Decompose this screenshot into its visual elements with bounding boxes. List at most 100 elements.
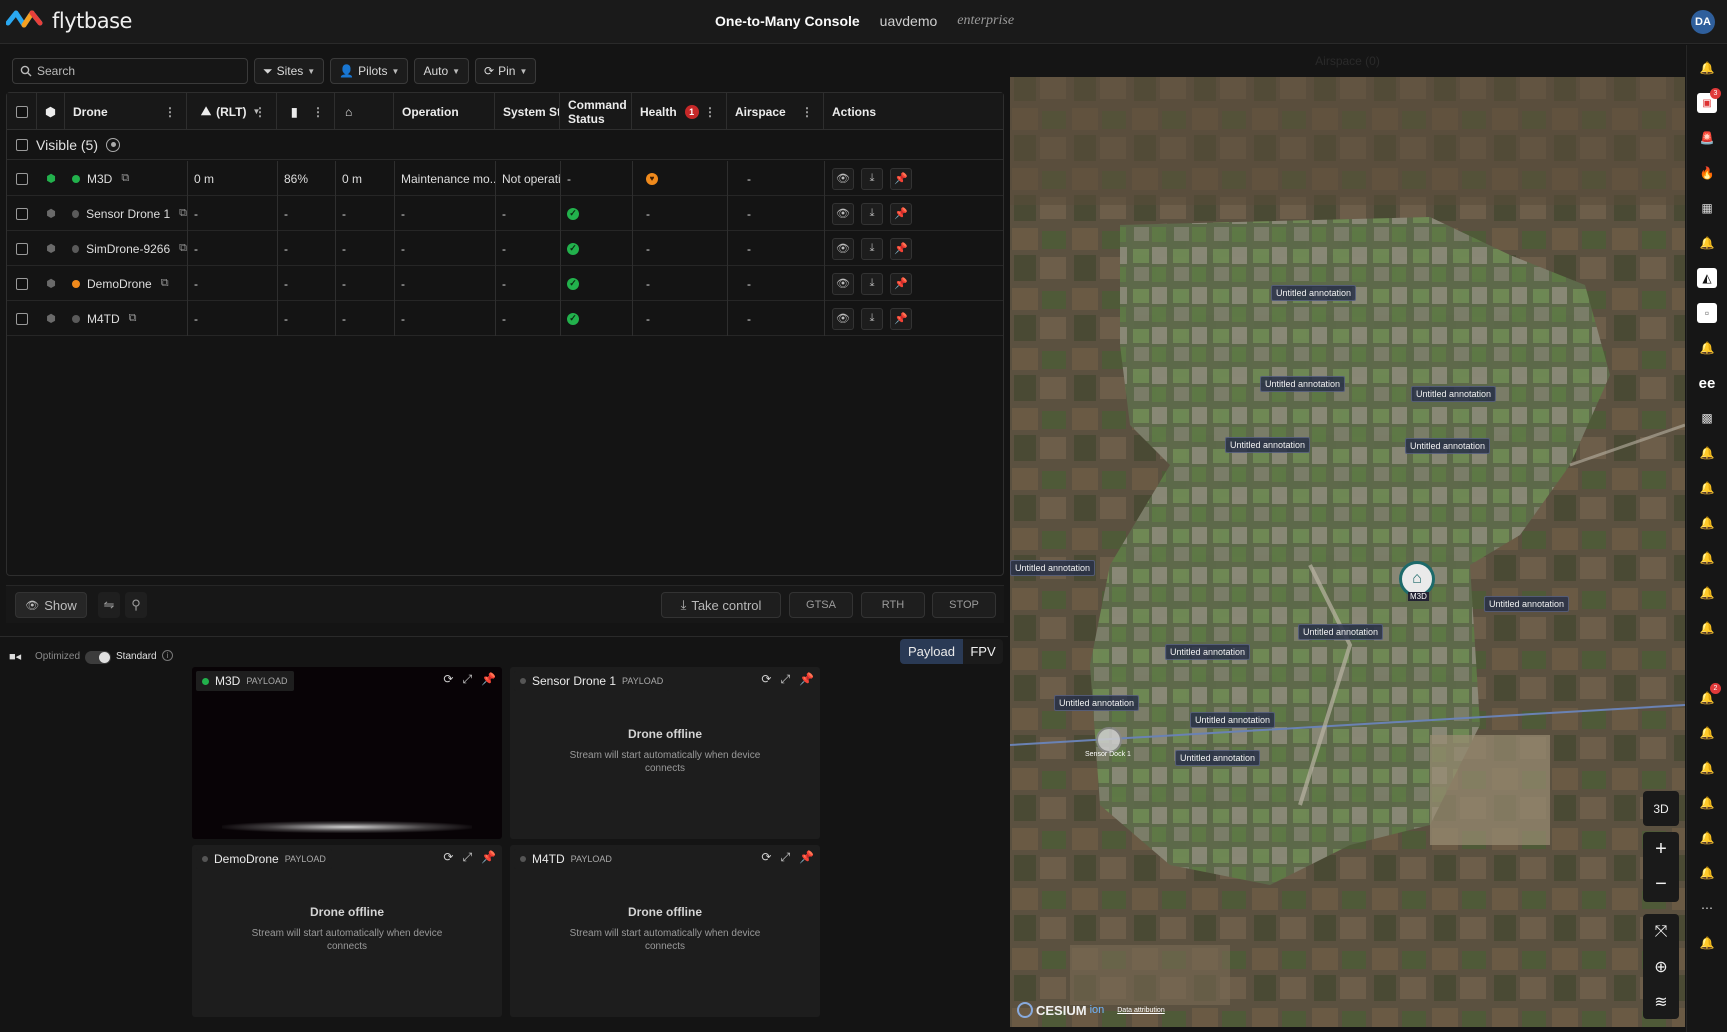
bell-icon[interactable]: 🔔 — [1697, 583, 1717, 603]
download-icon[interactable]: ⤓ — [861, 237, 883, 260]
layers-icon[interactable]: ≋ — [1643, 984, 1679, 1019]
download-icon[interactable]: ⤓ — [861, 167, 883, 190]
pin-icon[interactable]: 📌 — [481, 672, 496, 687]
show-button[interactable]: 👁 Show — [15, 592, 87, 618]
pin-icon[interactable]: 📌 — [481, 850, 496, 865]
column-menu-icon[interactable]: ⋮ — [254, 105, 266, 119]
map-annotation[interactable]: Untitled annotation — [1405, 438, 1491, 454]
map-annotation[interactable]: Untitled annotation — [1175, 750, 1261, 766]
view-icon[interactable]: 👁 — [832, 307, 854, 330]
map-annotation[interactable]: Untitled annotation — [1260, 376, 1346, 392]
bell-icon[interactable]: 🔔 — [1697, 863, 1717, 883]
refresh-icon[interactable]: ⟳ — [761, 850, 771, 865]
bell-icon[interactable]: 🔔 — [1697, 618, 1717, 638]
external-link-icon[interactable]: ⧉ — [179, 207, 187, 220]
view-icon[interactable]: 👁 — [832, 237, 854, 260]
external-link-icon[interactable]: ⧉ — [161, 277, 169, 290]
drone-name[interactable]: Sensor Drone 1 — [86, 207, 170, 221]
bell-icon[interactable]: 🔔 — [1697, 793, 1717, 813]
map-annotation[interactable]: Untitled annotation — [1165, 644, 1251, 660]
external-link-icon[interactable]: ⧉ — [129, 312, 137, 325]
table-row[interactable]: ⬢ Sensor Drone 1 ⧉ - - - - - ✓ - - 👁 ⤓ 📌 — [7, 196, 1003, 231]
table-row[interactable]: ⬢ DemoDrone ⧉ - - - - - ✓ - - 👁 ⤓ 📌 — [7, 266, 1003, 301]
row-checkbox[interactable] — [16, 207, 28, 220]
view-icon[interactable]: 👁 — [832, 167, 854, 190]
airspace-strip[interactable]: Airspace (0) — [1010, 45, 1685, 77]
zoom-out-button[interactable]: − — [1643, 867, 1679, 902]
alert-app-icon[interactable]: ▣ 3 — [1697, 88, 1721, 113]
battery-column-header[interactable]: ▮ ⋮ — [277, 93, 335, 130]
altitude-column-header[interactable]: ⛰ (RLT) ▼ ⋮ — [187, 93, 277, 130]
scanner-app-icon[interactable]: ▦ — [1697, 198, 1717, 218]
cesium-logo[interactable]: CESIUM ion Data attribution — [1017, 1002, 1165, 1018]
view-icon[interactable]: 👁 — [832, 202, 854, 225]
video-card-demodrone[interactable]: DemoDrone PAYLOAD ⟳ ⤢ 📌 Drone offline Strea… — [192, 845, 502, 1017]
bell-icon[interactable]: 🔔 — [1697, 758, 1717, 778]
map-annotation[interactable]: Untitled annotation — [1190, 712, 1276, 728]
command-status-column-header[interactable]: Command Status — [560, 93, 632, 130]
expand-icon[interactable]: ⤢ — [462, 672, 472, 687]
gtsa-button[interactable]: GTSA — [789, 592, 853, 618]
row-checkbox[interactable] — [16, 242, 28, 255]
health-column-header[interactable]: Health 1 ⋮ — [632, 93, 727, 130]
dock-marker-sensor-dock-1[interactable] — [1096, 727, 1122, 753]
user-avatar[interactable]: DA — [1691, 10, 1715, 34]
row-checkbox[interactable] — [16, 277, 28, 290]
column-menu-icon[interactable]: ⋮ — [164, 105, 176, 119]
expand-icon[interactable]: ⤢ — [780, 672, 790, 687]
group-checkbox[interactable] — [16, 138, 28, 151]
health-warning-icon[interactable]: ♥ — [646, 172, 658, 185]
map-annotation[interactable]: Untitled annotation — [1271, 285, 1357, 301]
bell-icon[interactable]: 🔔 — [1697, 723, 1717, 743]
map-annotation[interactable]: Untitled annotation — [1298, 624, 1384, 640]
pilots-filter[interactable]: 👤 Pilots ▼ — [330, 58, 409, 84]
refresh-icon[interactable]: ⟳ — [443, 672, 453, 687]
pin-filter[interactable]: ⟳ Pin ▼ — [475, 58, 537, 84]
map-annotation[interactable]: Untitled annotation — [1225, 437, 1311, 453]
video-card-m3d[interactable]: M3D PAYLOAD ⟳ ⤢ 📌 — [192, 667, 502, 839]
refresh-icon[interactable]: ⟳ — [761, 672, 771, 687]
location-button[interactable]: ⚲ — [125, 592, 147, 618]
pin-icon[interactable]: 📌 — [890, 202, 912, 225]
system-status-column-header[interactable]: System Stat — [495, 93, 560, 130]
fit-bounds-icon[interactable]: ⤧ — [1643, 914, 1679, 949]
quality-toggle[interactable] — [85, 651, 111, 664]
pin-icon[interactable]: 📌 — [890, 237, 912, 260]
expand-icon[interactable]: ⤢ — [462, 850, 472, 865]
operation-column-header[interactable]: Operation — [394, 93, 495, 130]
map-annotation[interactable]: Untitled annotation — [1484, 596, 1570, 612]
grid-app-icon[interactable]: ⋯ — [1697, 898, 1717, 918]
map-annotation[interactable]: Untitled annotation — [1411, 386, 1497, 402]
video-card-m4td[interactable]: M4TD PAYLOAD ⟳ ⤢ 📌 Drone offline Stream wil… — [510, 845, 820, 1017]
stop-button[interactable]: STOP — [932, 592, 996, 618]
drone-name[interactable]: DemoDrone — [87, 277, 152, 291]
rth-button[interactable]: RTH — [861, 592, 925, 618]
map-view[interactable]: Untitled annotation Untitled annotation … — [1010, 45, 1685, 1027]
pin-icon[interactable]: 📌 — [799, 672, 814, 687]
pin-icon[interactable]: 📌 — [890, 307, 912, 330]
chart-app-icon[interactable]: ◭ — [1697, 268, 1717, 288]
bell-icon[interactable]: 🔔 — [1697, 548, 1717, 568]
fire-icon[interactable]: 🔥 — [1697, 163, 1717, 183]
pin-icon[interactable]: 📌 — [890, 272, 912, 295]
external-link-icon[interactable]: ⧉ — [121, 172, 129, 185]
row-checkbox[interactable] — [16, 312, 28, 325]
target-icon[interactable] — [106, 137, 120, 152]
siren-icon[interactable]: 🚨 — [1697, 128, 1717, 148]
map-app-icon[interactable]: ▩ — [1697, 408, 1717, 428]
data-attribution-link[interactable]: Data attribution — [1117, 1007, 1164, 1014]
map-annotation[interactable]: Untitled annotation — [1010, 560, 1096, 576]
auto-filter[interactable]: Auto ▼ — [414, 58, 470, 84]
bell-icon[interactable]: 🔔 — [1697, 233, 1717, 253]
table-row[interactable]: ⬢ SimDrone-9266 ⧉ - - - - - ✓ - - 👁 ⤓ 📌 — [7, 231, 1003, 266]
video-card-sensor-drone-1[interactable]: Sensor Drone 1 PAYLOAD ⟳ ⤢ 📌 Drone offline … — [510, 667, 820, 839]
pin-icon[interactable]: 📌 — [799, 850, 814, 865]
download-icon[interactable]: ⤓ — [861, 202, 883, 225]
org-name[interactable]: uavdemo — [880, 13, 938, 29]
view-icon[interactable]: 👁 — [832, 272, 854, 295]
bell-icon[interactable]: 🔔 — [1697, 338, 1717, 358]
tab-payload[interactable]: Payload — [900, 639, 963, 664]
ee-app-icon[interactable]: ee — [1697, 373, 1717, 393]
sync-button[interactable]: ⇋ — [98, 592, 120, 618]
zoom-in-button[interactable]: + — [1643, 832, 1679, 867]
